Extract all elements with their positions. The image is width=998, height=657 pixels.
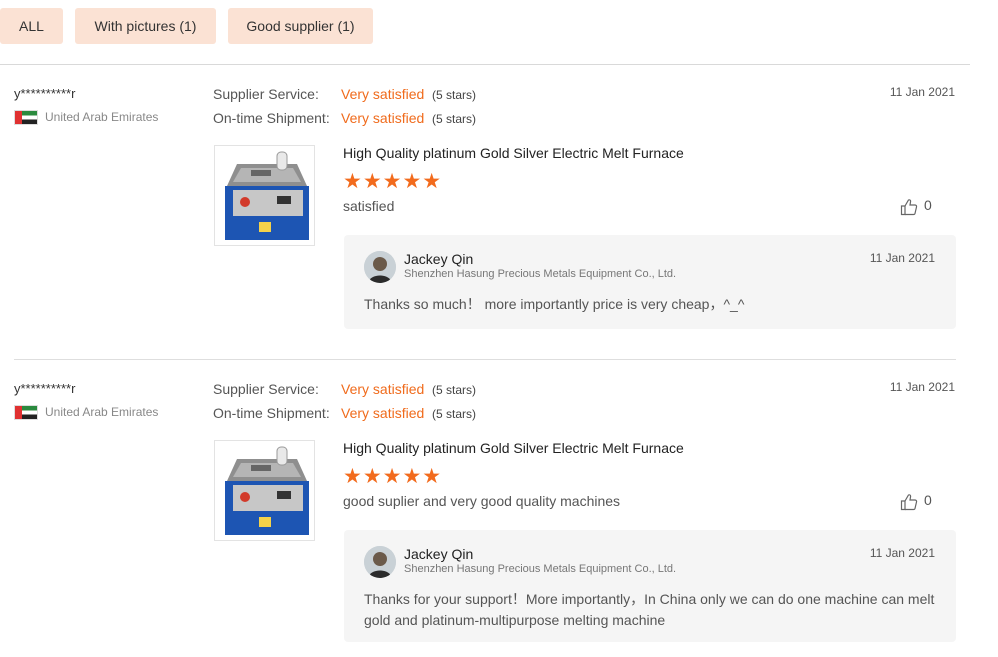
review-item: y**********r United Arab Emirates Suppli… <box>0 360 998 650</box>
product-thumbnail[interactable] <box>214 440 315 541</box>
responder-company: Shenzhen Hasung Precious Metals Equipmen… <box>404 268 677 280</box>
country-name: United Arab Emirates <box>45 110 159 124</box>
rating-label: On-time Shipment: <box>213 110 330 126</box>
rating-label: Supplier Service: <box>213 86 319 102</box>
review-date: 11 Jan 2021 <box>889 380 955 394</box>
reply-text: Thanks for your support！More importantly… <box>364 591 935 628</box>
rating-stars-text: (5 stars) <box>432 88 477 102</box>
rating-value: Very satisfied <box>341 381 425 397</box>
avatar <box>364 251 396 283</box>
filter-with-pictures-button[interactable]: With pictures (1) <box>75 8 216 44</box>
like-count: 0 <box>924 197 932 213</box>
product-thumbnail[interactable] <box>214 145 315 246</box>
review-date: 11 Jan 2021 <box>889 85 955 99</box>
responder-name: Jackey Qin <box>404 251 474 267</box>
rating-value: Very satisfied <box>341 405 425 421</box>
rating-label: Supplier Service: <box>213 381 319 397</box>
buyer-name: y**********r <box>14 381 76 396</box>
furnace-image <box>215 441 314 540</box>
product-title[interactable]: High Quality platinum Gold Silver Electr… <box>343 145 684 161</box>
rating-value: Very satisfied <box>341 86 425 102</box>
supplier-reply: Jackey Qin Shenzhen Hasung Precious Meta… <box>344 530 956 642</box>
uae-flag-icon <box>14 405 38 420</box>
like-button[interactable]: 0 <box>900 196 940 216</box>
product-star-rating: ★★★★★ <box>343 170 443 193</box>
review-comment: good suplier and very good quality machi… <box>343 493 621 509</box>
rating-stars-text: (5 stars) <box>432 112 477 126</box>
like-button[interactable]: 0 <box>900 491 940 511</box>
rating-value: Very satisfied <box>341 110 425 126</box>
avatar <box>364 546 396 578</box>
product-star-rating: ★★★★★ <box>343 465 443 488</box>
rating-label: On-time Shipment: <box>213 405 330 421</box>
thumbs-up-icon <box>900 199 918 216</box>
reply-text: Thanks so much！ more importantly price i… <box>364 296 745 312</box>
filter-good-supplier-button[interactable]: Good supplier (1) <box>228 8 373 44</box>
rating-stars-text: (5 stars) <box>432 383 477 397</box>
thumbs-up-icon <box>900 494 918 511</box>
furnace-image <box>215 146 314 245</box>
review-comment: satisfied <box>343 198 395 214</box>
review-item: y**********r United Arab Emirates Suppli… <box>0 65 998 355</box>
supplier-reply: Jackey Qin Shenzhen Hasung Precious Meta… <box>344 235 956 329</box>
rating-stars-text: (5 stars) <box>432 407 477 421</box>
product-title[interactable]: High Quality platinum Gold Silver Electr… <box>343 440 684 456</box>
responder-company: Shenzhen Hasung Precious Metals Equipmen… <box>404 563 677 575</box>
responder-name: Jackey Qin <box>404 546 474 562</box>
like-count: 0 <box>924 492 932 508</box>
reply-date: 11 Jan 2021 <box>869 546 935 560</box>
uae-flag-icon <box>14 110 38 125</box>
reply-date: 11 Jan 2021 <box>869 251 935 265</box>
buyer-name: y**********r <box>14 86 76 101</box>
country-name: United Arab Emirates <box>45 405 159 419</box>
filter-all-button[interactable]: ALL <box>0 8 63 44</box>
